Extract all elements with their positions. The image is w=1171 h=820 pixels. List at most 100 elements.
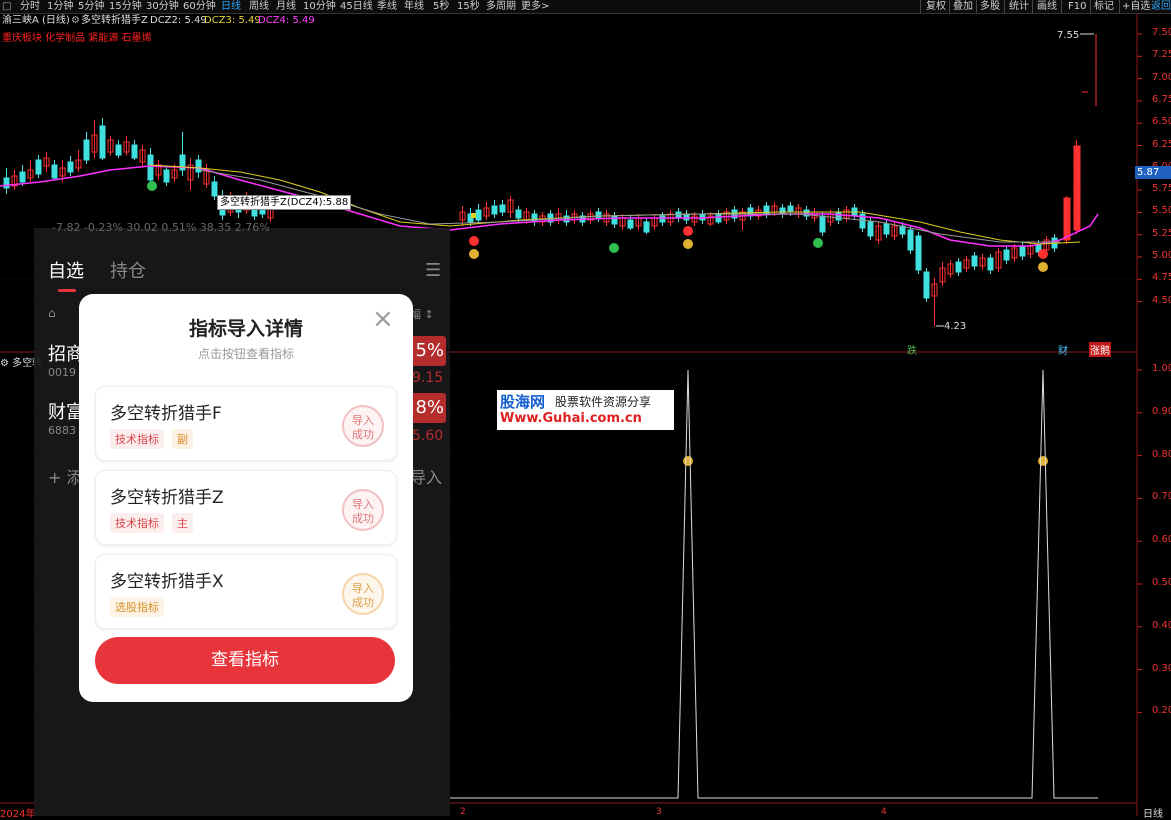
- candle-body: [595, 211, 602, 219]
- indicator-card-f[interactable]: 多空转折猎手F 技术指标 副 导入 成功: [95, 386, 397, 461]
- amount-label[interactable]: 幅 ↕: [410, 306, 434, 322]
- candle-body: [779, 207, 786, 215]
- price-tick-label: 5.00: [1152, 250, 1171, 261]
- candle-body: [499, 204, 506, 213]
- candle-body: [475, 209, 482, 221]
- type-tag: 技术指标: [110, 429, 164, 449]
- die-marker: 跌: [907, 346, 917, 357]
- candle-body: [907, 229, 914, 251]
- price-tick-label: 4.75: [1152, 272, 1171, 284]
- candle-body: [867, 221, 874, 237]
- candle-body: [923, 271, 930, 299]
- candle-body: [1063, 197, 1071, 241]
- candle-body: [83, 139, 90, 161]
- import-success-seal: 导入 成功: [342, 489, 384, 531]
- modal-title: 指标导入详情: [188, 318, 303, 340]
- candle-body: [67, 161, 74, 173]
- candle-body: [627, 219, 634, 229]
- yellow-dot: [471, 213, 476, 218]
- import-success-seal: 导入 成功: [342, 405, 384, 447]
- home-icon[interactable]: ⌂: [48, 306, 56, 320]
- view-indicator-button[interactable]: 查看指标: [95, 637, 395, 684]
- candle-body: [131, 144, 138, 159]
- signal-badge: [1038, 249, 1048, 259]
- candle-body: [971, 255, 978, 267]
- candle-body: [163, 169, 170, 183]
- date-label: 2024年: [0, 809, 36, 820]
- price-tick-label: 6.25: [1152, 138, 1171, 150]
- candle-body: [683, 213, 690, 221]
- candle-body: [611, 215, 618, 225]
- price-tick-label: 7.25: [1152, 49, 1171, 61]
- candle-body: [19, 171, 26, 183]
- close-icon[interactable]: ×: [372, 306, 394, 332]
- candle-body: [643, 221, 650, 233]
- stock2-code: 6883: [48, 424, 76, 437]
- money-bag-icon: [1038, 262, 1048, 272]
- signal-badge: [469, 236, 479, 246]
- cai-marker: 财: [1058, 346, 1068, 357]
- candle-body: [531, 213, 538, 223]
- candle-body: [1003, 249, 1010, 261]
- candle-body: [787, 205, 794, 213]
- indicator-name: 多空转折猎手F: [110, 404, 222, 424]
- candle-body: [211, 181, 218, 197]
- signal-badge: [147, 181, 157, 191]
- candle-body: [659, 215, 666, 223]
- price-tick-label: 5.75: [1152, 183, 1171, 195]
- candle-body: [699, 213, 706, 221]
- money-bag-icon: [1038, 456, 1048, 466]
- price-tick-label: 4.50: [1152, 294, 1171, 306]
- current-price-label: 5.87: [1135, 166, 1171, 179]
- tab-indicator: [58, 289, 76, 292]
- signal-badge: [609, 243, 619, 253]
- indicator-card-x[interactable]: 多空转折猎手X 选股指标 导入 成功: [95, 554, 397, 629]
- candle-body: [675, 211, 682, 219]
- price-tick-label: 7.50: [1152, 27, 1171, 38]
- import-success-seal: 导入 成功: [342, 573, 384, 615]
- price-tick-label: 7.00: [1152, 71, 1171, 83]
- high-price-label: 7.55: [1057, 30, 1080, 41]
- lower-tick-label: 0.50: [1152, 577, 1171, 588]
- add-stock-button[interactable]: + 添: [48, 464, 83, 488]
- candle-body: [955, 261, 962, 273]
- candle-body: [1019, 245, 1026, 257]
- lower-tick-label: 0.90: [1152, 405, 1171, 417]
- tab-zixuan[interactable]: 自选: [48, 257, 84, 283]
- candle-body: [515, 209, 522, 219]
- stock1-price: 9.15: [412, 370, 444, 386]
- settings-icon-lower[interactable]: ⚙: [0, 358, 12, 369]
- indicator-name: 多空转折猎手X: [110, 572, 224, 592]
- stock2-price: 5.60: [412, 428, 444, 444]
- money-bag-icon: [683, 456, 693, 466]
- lower-tick-label: 0.20: [1152, 705, 1171, 717]
- lower-tick-label: 0.60: [1152, 534, 1171, 546]
- candle-body: [835, 211, 842, 221]
- signal-badge: [683, 226, 693, 236]
- zhang-marker: 涨鹅: [1089, 342, 1111, 357]
- position-tag: 主: [172, 513, 193, 533]
- price-tick-label: 6.75: [1152, 93, 1171, 105]
- price-tick-label: 6.50: [1152, 116, 1171, 128]
- candle-body: [883, 223, 890, 235]
- signal-badge: [813, 238, 823, 248]
- import-button[interactable]: 导入: [410, 464, 442, 488]
- candle-body: [99, 125, 106, 159]
- type-tag: 选股指标: [110, 597, 164, 617]
- stock1-code: 0019: [48, 366, 76, 379]
- menu-icon[interactable]: ☰: [425, 260, 441, 281]
- indicator-tooltip: 多空转折猎手Z(DCZ4):5.88: [217, 195, 352, 210]
- low-price-label: 4.23: [944, 321, 967, 332]
- lower-tick-label: 0.70: [1152, 491, 1171, 503]
- import-detail-modal: 指标导入详情 点击按钮查看指标 × 多空转折猎手F 技术指标 副 导入 成功 多…: [79, 294, 413, 702]
- candle-body: [1073, 145, 1081, 231]
- lower-tick-label: 0.80: [1152, 448, 1171, 460]
- tab-chicang[interactable]: 持仓: [110, 257, 146, 283]
- candle-body: [987, 257, 994, 271]
- candle-body: [115, 144, 122, 156]
- candle-body: [915, 235, 922, 271]
- price-tick-label: 5.25: [1152, 227, 1171, 239]
- price-tick-label: 5.50: [1152, 205, 1171, 217]
- indicator-card-z[interactable]: 多空转折猎手Z 技术指标 主 导入 成功: [95, 470, 397, 545]
- candle-body: [715, 213, 722, 223]
